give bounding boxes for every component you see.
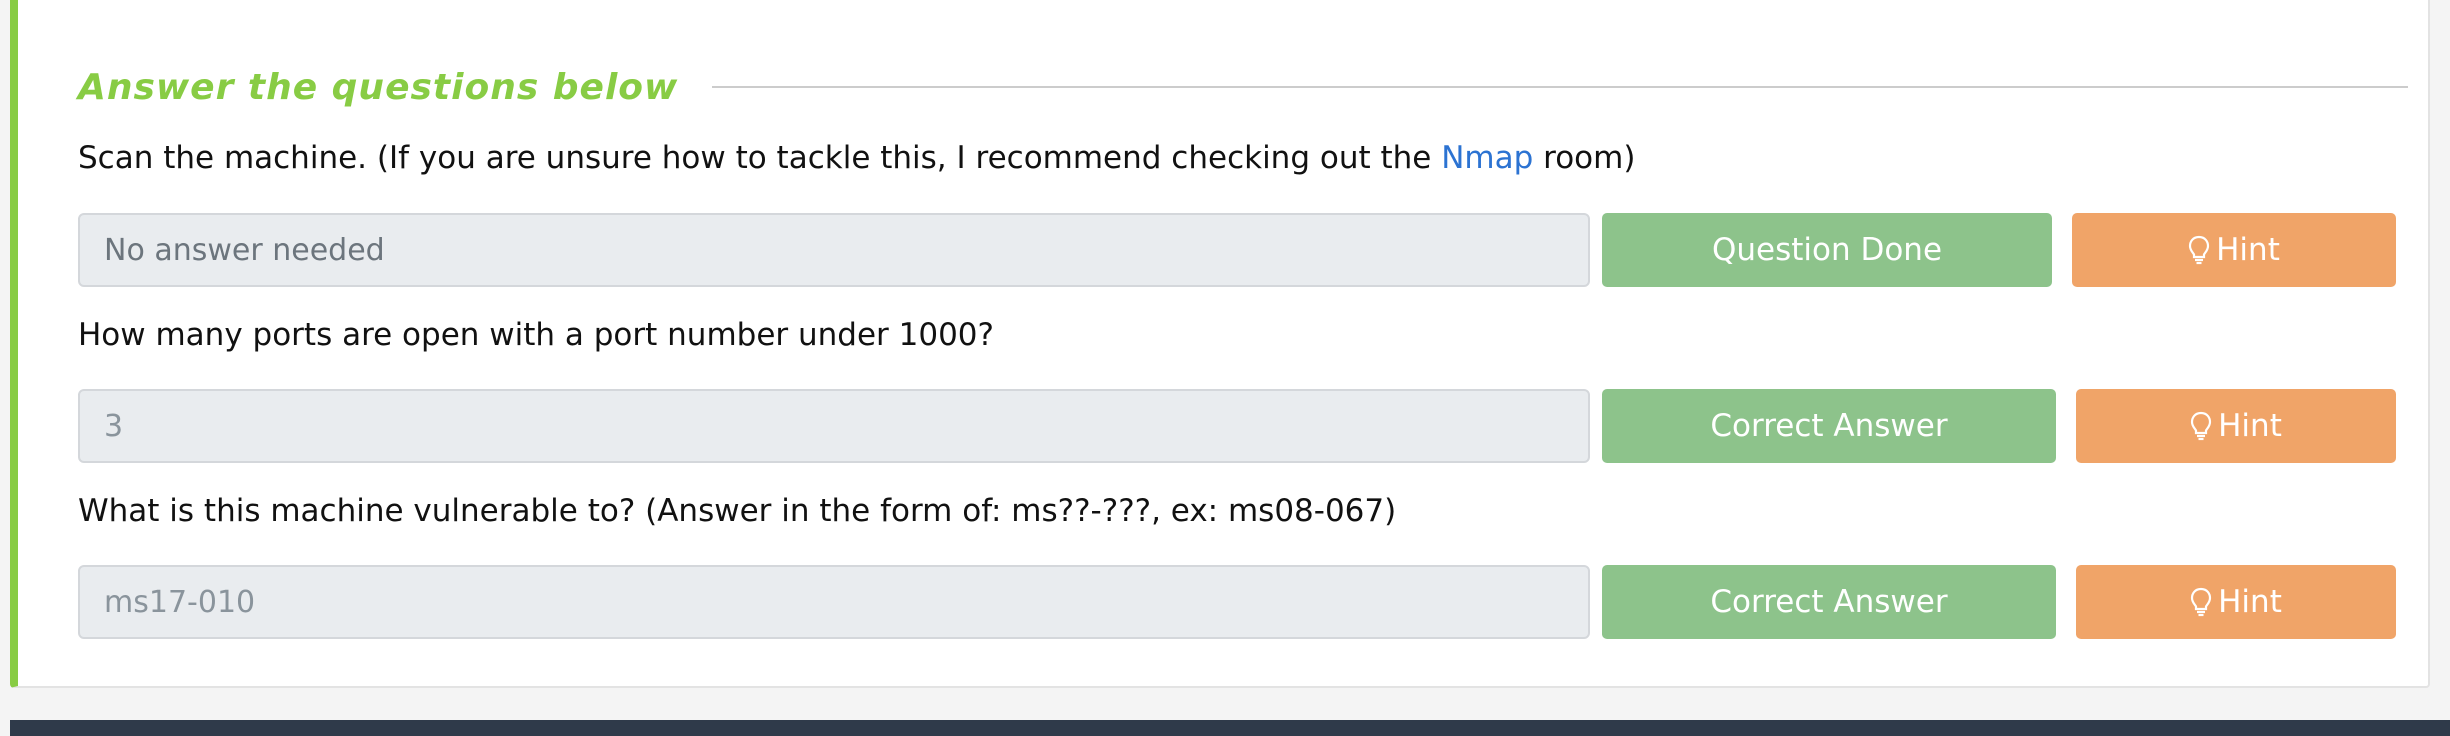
lightbulb-icon bbox=[2191, 411, 2212, 441]
question-2-correct-button[interactable]: Correct Answer bbox=[1602, 389, 2056, 463]
question-1-done-label: Question Done bbox=[1711, 232, 1943, 268]
question-2-hint-label: Hint bbox=[2218, 408, 2282, 444]
question-1-done-button[interactable]: Question Done bbox=[1602, 213, 2052, 287]
section-heading-row: Answer the questions below bbox=[78, 62, 2408, 112]
question-2-text: How many ports are open with a port numb… bbox=[78, 317, 994, 353]
question-2-hint-button[interactable]: Hint bbox=[2076, 389, 2396, 463]
question-1-hint-label: Hint bbox=[2216, 232, 2280, 268]
question-3-correct-label: Correct Answer bbox=[1710, 584, 1948, 620]
nmap-room-link[interactable]: Nmap bbox=[1441, 140, 1533, 176]
lightbulb-icon bbox=[2189, 235, 2210, 265]
lightbulb-icon bbox=[2191, 587, 2212, 617]
question-2-answer-field[interactable] bbox=[78, 389, 1590, 463]
task-card: Answer the questions below Scan the mach… bbox=[10, 0, 2430, 688]
heading-divider bbox=[712, 86, 2408, 88]
question-1-answer-field[interactable] bbox=[78, 213, 1590, 287]
question-1-text-after: room) bbox=[1533, 140, 1636, 176]
question-3-answer-field[interactable] bbox=[78, 565, 1590, 639]
footer-bar bbox=[10, 720, 2450, 736]
question-1-hint-button[interactable]: Hint bbox=[2072, 213, 2396, 287]
question-3-hint-label: Hint bbox=[2218, 584, 2282, 620]
question-3-correct-button[interactable]: Correct Answer bbox=[1602, 565, 2056, 639]
question-1-text: Scan the machine. (If you are unsure how… bbox=[78, 140, 1635, 176]
question-3-text: What is this machine vulnerable to? (Ans… bbox=[78, 493, 1397, 529]
section-heading: Answer the questions below bbox=[78, 66, 679, 108]
question-1-text-before: Scan the machine. (If you are unsure how… bbox=[78, 140, 1442, 176]
question-2-correct-label: Correct Answer bbox=[1710, 408, 1948, 444]
question-3-hint-button[interactable]: Hint bbox=[2076, 565, 2396, 639]
